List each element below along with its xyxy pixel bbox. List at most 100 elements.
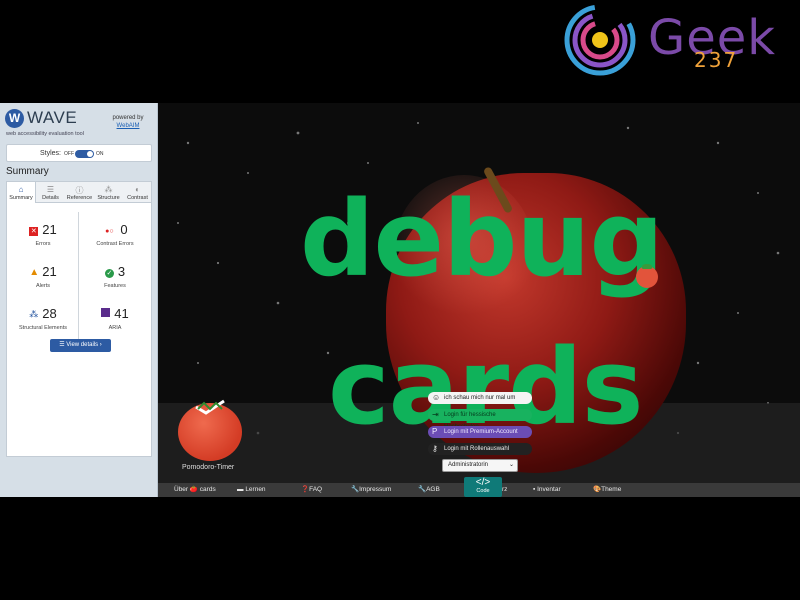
metric-label: Structural Elements (19, 325, 67, 331)
metric-count: 3 (117, 264, 126, 279)
home-icon: ⌂ (18, 185, 24, 194)
tab-structure[interactable]: ⁂ Structure (94, 182, 123, 203)
login-role-label: Login mit Rollenauswahl (444, 446, 510, 452)
error-icon: ✕ (29, 227, 39, 236)
tab-label: Reference (66, 195, 93, 201)
tab-label: Summary (9, 195, 33, 201)
styles-on-label: ON (96, 151, 104, 157)
login-hochschulen-button[interactable]: ⇥Login für hessische Hochschulen (428, 409, 532, 430)
footer-nav: Über 🍅 cards ▬ Lernen ❓FAQ 🔧Impressum 🔧A… (158, 477, 800, 497)
tab-summary[interactable]: ⌂ Summary (7, 182, 36, 203)
metric-label: Contrast Errors (96, 241, 134, 247)
nav-label: Inventar (537, 486, 561, 493)
screenshot: Geek 237 W WAVE web accessibility evalua… (0, 0, 800, 600)
nav-label: AGB (426, 486, 440, 493)
structure-icon: ⁂ (104, 185, 113, 194)
hero-title-line1: debug (300, 178, 664, 300)
styles-toggle-row: Styles: OFF ON (6, 144, 152, 162)
info-icon: ⓘ (75, 186, 84, 195)
role-select[interactable]: Administratorin ⌄ (442, 459, 518, 472)
metric-alerts[interactable]: ▲ 21 Alerts (7, 258, 79, 300)
nav-item-partial[interactable]: rz (502, 483, 507, 497)
summary-heading: Summary (6, 166, 49, 177)
wrench-icon: 🔧 (418, 486, 427, 493)
paypal-icon: P (432, 427, 438, 436)
pomodoro-label: Pomodoro-Timer (182, 464, 235, 471)
app-hero: debug cards Pomodoro-Timer ☺ ich schau mi… (158, 103, 800, 483)
nav-item-learn[interactable]: ▬ Lernen (237, 483, 266, 497)
metric-count: 21 (42, 264, 57, 279)
wave-header: W WAVE web accessibility evaluation tool… (5, 107, 153, 141)
wave-tagline: web accessibility evaluation tool (6, 131, 84, 137)
list-icon: ☰ (46, 185, 55, 194)
metric-label: Errors (35, 241, 51, 247)
nav-item-faq[interactable]: ❓FAQ (301, 483, 322, 497)
nav-item-theme[interactable]: 🎨Theme (593, 483, 621, 497)
contrast-error-icon: ●○ (105, 228, 114, 235)
nav-item-about[interactable]: Über 🍅 cards (174, 483, 216, 497)
aria-icon (101, 308, 111, 317)
browse-button[interactable]: ☺ ich schau mich nur mal um (428, 392, 532, 404)
wave-sidebar: W WAVE web accessibility evaluation tool… (0, 103, 158, 497)
wave-tabs: ⌂ Summary ☰ Details ⓘ Reference ⁂ Structure … (7, 182, 151, 203)
nav-label: Impressum (359, 486, 392, 493)
contrast-icon: ◐ (135, 185, 140, 194)
styles-toggle[interactable] (75, 150, 94, 158)
palette-icon: 🎨 (593, 486, 602, 493)
code-label: Code (476, 488, 490, 494)
metric-count: 0 (120, 222, 128, 237)
tab-details[interactable]: ☰ Details (36, 182, 65, 203)
code-icon: </> (475, 477, 491, 488)
metric-label: Features (104, 283, 126, 289)
metric-label: Alerts (35, 283, 51, 289)
tab-label: Contrast (127, 195, 148, 201)
question-icon: ❓ (301, 486, 310, 493)
nav-label: Lernen (245, 486, 266, 493)
tab-label: Details (42, 195, 59, 201)
metric-errors[interactable]: ✕ 21 Errors (7, 216, 79, 258)
tomato-dot-icon (636, 264, 658, 288)
pomodoro-check-icon (195, 399, 225, 415)
browse-label: ich schau mich nur mal um (444, 395, 516, 401)
login-icon: ⇥ (432, 410, 439, 419)
webaim-link[interactable]: WebAIM (108, 123, 148, 129)
role-select-value: Administratorin (448, 462, 489, 468)
login-premium-label: Login mit Premium-Account (444, 429, 518, 435)
nav-label: Theme (601, 486, 622, 493)
brand-spiral-icon (564, 4, 636, 76)
powered-by-text: powered by (112, 115, 144, 121)
wave-logo-icon: W (5, 109, 24, 128)
chevron-down-icon: ⌄ (508, 462, 514, 468)
metric-count: 41 (114, 306, 129, 321)
metric-aria[interactable]: 41 ARIA (79, 300, 151, 342)
wrench-icon: 🔧 (351, 486, 360, 493)
nav-label: FAQ (309, 486, 323, 493)
login-premium-button[interactable]: P Login mit Premium-Account (428, 426, 532, 438)
metric-contrast-errors[interactable]: ●○ 0 Contrast Errors (79, 216, 151, 258)
nav-item-agb[interactable]: 🔧AGB (418, 483, 440, 497)
nav-item-impressum[interactable]: 🔧Impressum (351, 483, 391, 497)
key-icon: ⚷ (432, 444, 438, 453)
styles-off-label: OFF (64, 151, 74, 157)
summary-panel: ⌂ Summary ☰ Details ⓘ Reference ⁂ Structure … (6, 181, 152, 457)
metric-features[interactable]: ✓ 3 Features (79, 258, 151, 300)
metric-count: 21 (42, 222, 57, 237)
brand-logo: Geek 237 (562, 2, 800, 78)
structural-icon: ⁂ (29, 309, 39, 319)
metric-structural[interactable]: ⁂ 28 Structural Elements (7, 300, 79, 342)
metric-count: 28 (42, 306, 57, 321)
code-button[interactable]: </> Code (464, 477, 502, 497)
alert-icon: ▲ (29, 267, 40, 278)
wave-title: WAVE (27, 108, 78, 127)
view-details-button[interactable]: ☰ View details › (50, 339, 111, 352)
view-details-label: View details › (66, 342, 102, 348)
smile-icon: ☺ (432, 393, 441, 402)
brand-number: 237 (694, 48, 739, 72)
hero-title-line2: cards (328, 326, 643, 448)
tab-reference[interactable]: ⓘ Reference (65, 182, 94, 203)
nav-item-inventar[interactable]: ▪ Inventar (533, 483, 561, 497)
tab-contrast[interactable]: ◐ Contrast (123, 182, 152, 203)
tab-label: Structure (97, 195, 120, 201)
login-role-button[interactable]: ⚷ Login mit Rollenauswahl (428, 443, 532, 455)
styles-label: Styles: (40, 150, 62, 157)
